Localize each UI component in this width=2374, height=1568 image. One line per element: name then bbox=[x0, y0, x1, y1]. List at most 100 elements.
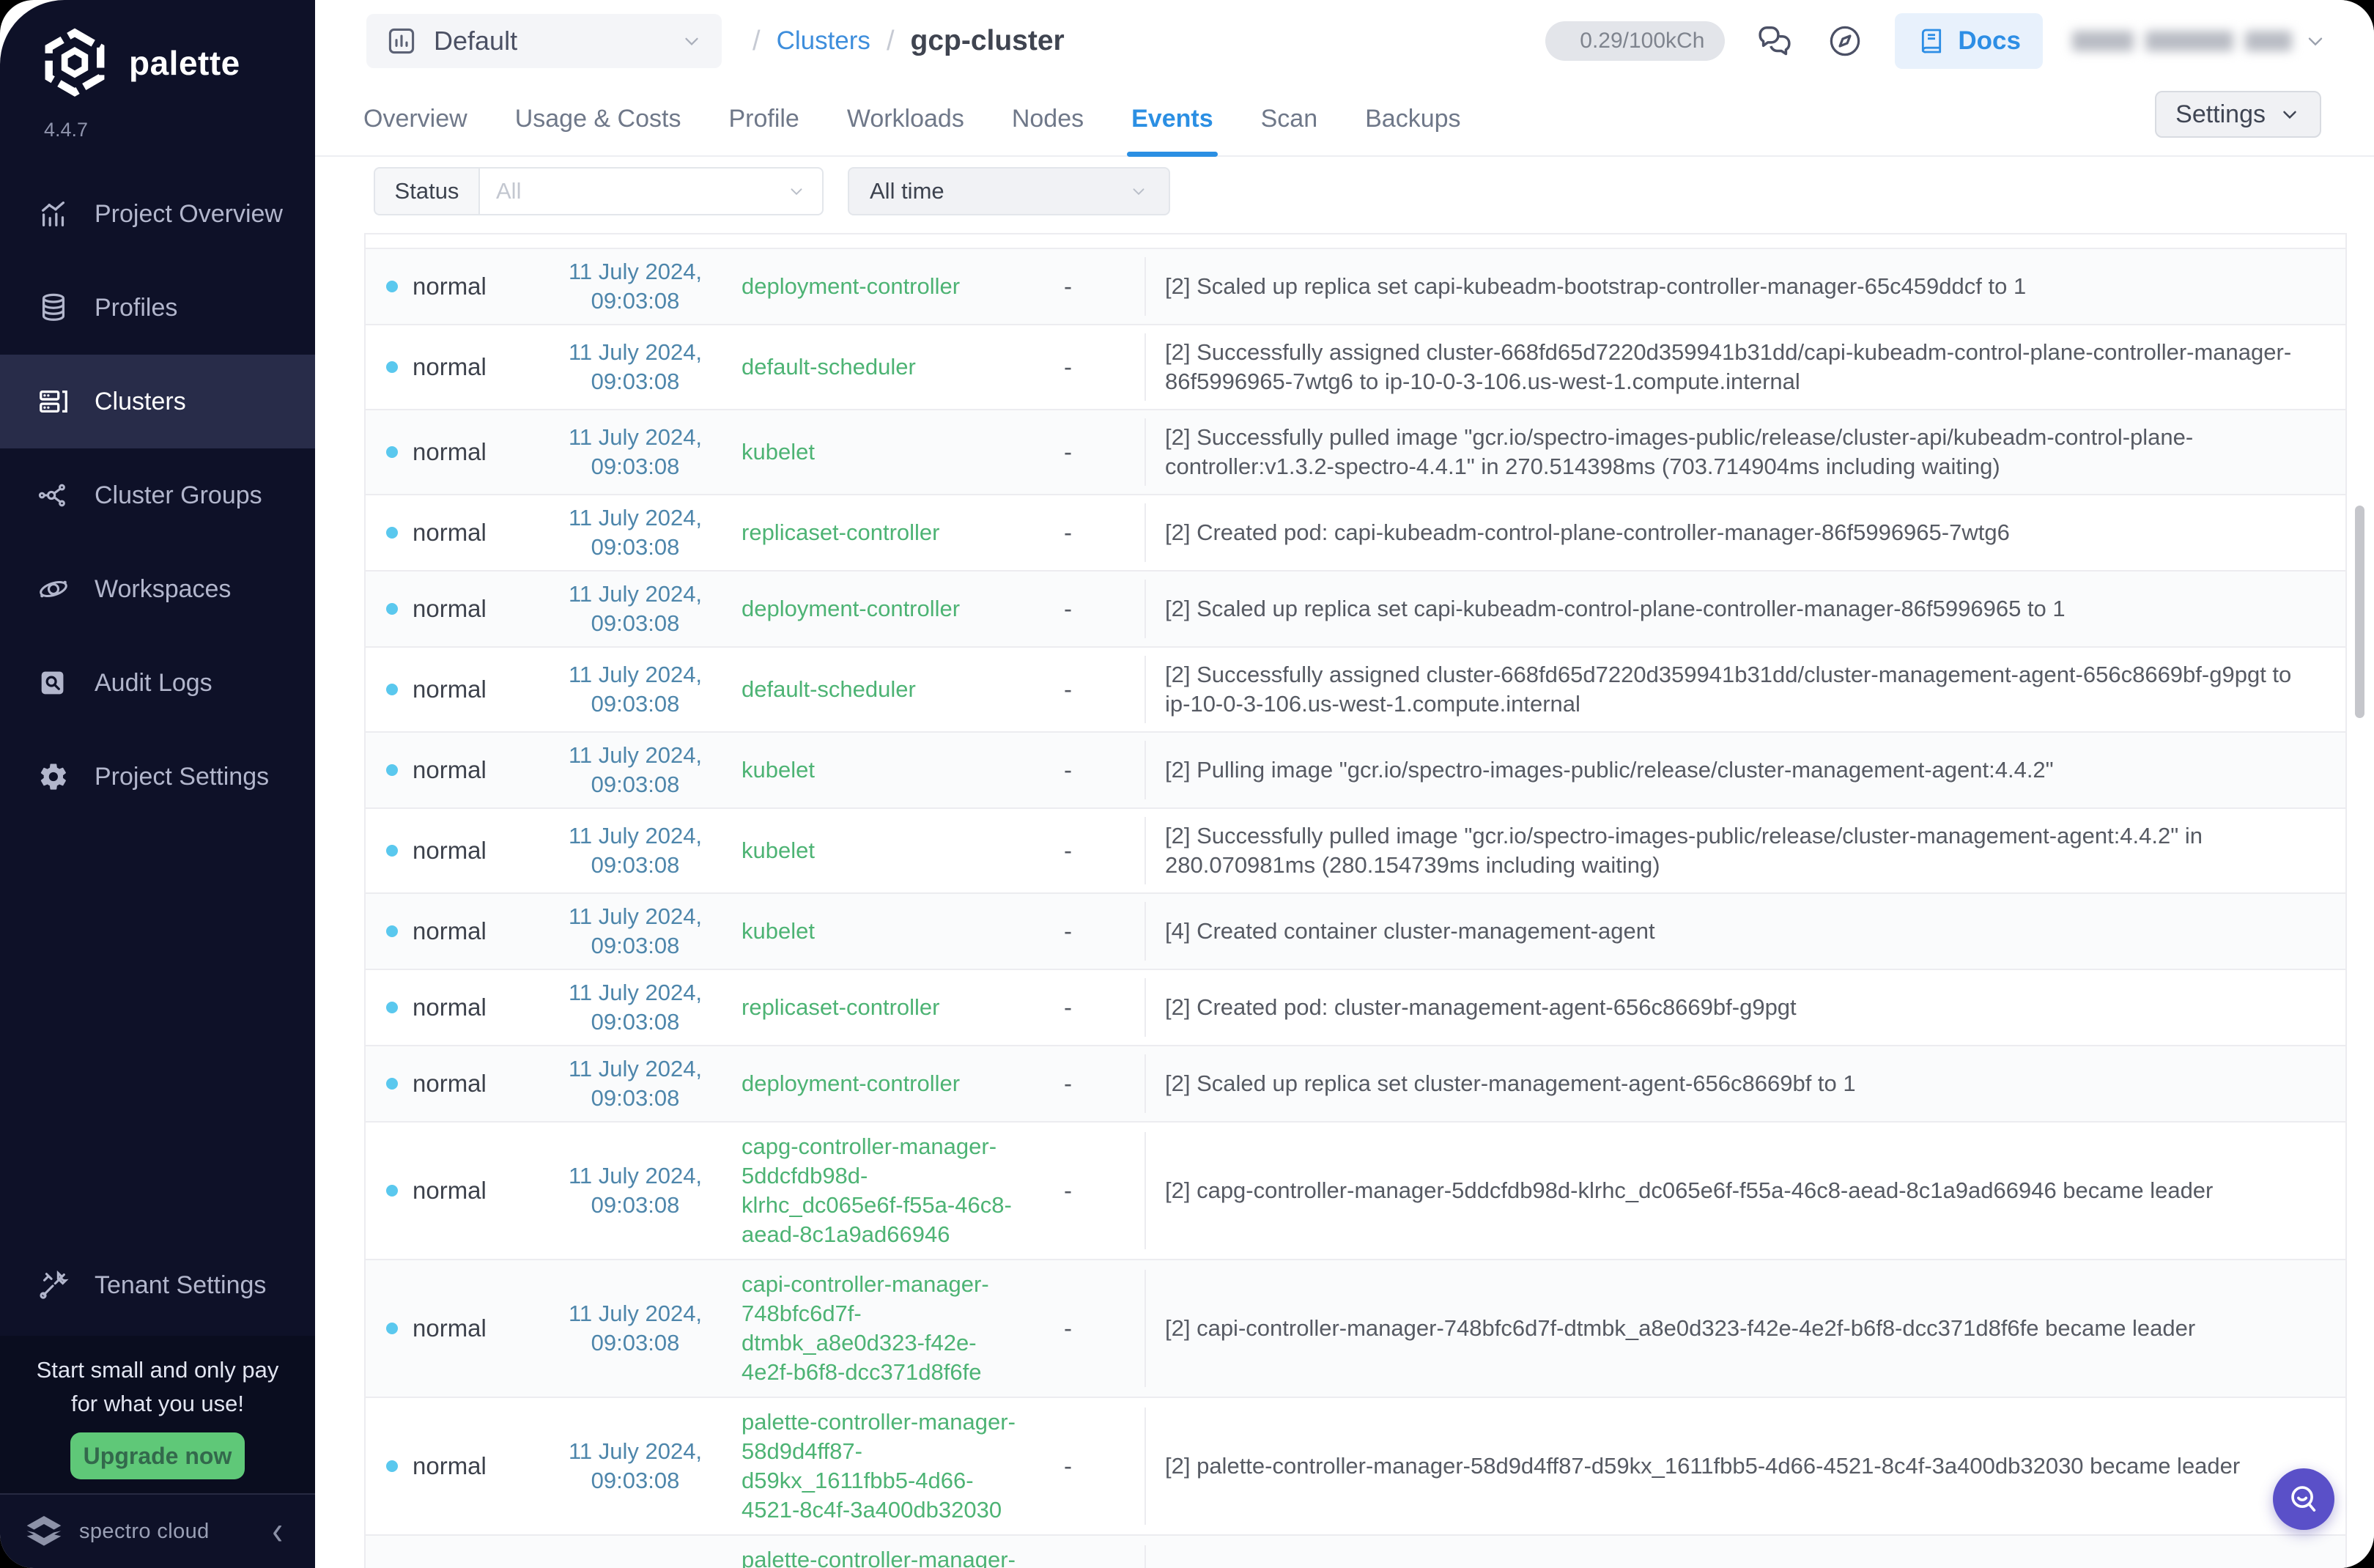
sidebar-item-cluster-groups[interactable]: Cluster Groups bbox=[0, 448, 315, 542]
status-dot-icon bbox=[386, 446, 398, 458]
status-filter: Status All bbox=[374, 167, 824, 215]
status-label: normal bbox=[413, 837, 487, 865]
event-message: [2] capi-controller-manager-748bfc6d7f-d… bbox=[1145, 1270, 2345, 1387]
event-date: 11 July 2024, bbox=[544, 902, 727, 931]
orbit-icon bbox=[37, 572, 70, 606]
event-message: [2] Created pod: capi-kubeadm-control-pl… bbox=[1145, 503, 2345, 562]
event-status-cell: normal bbox=[366, 994, 544, 1021]
footer-brand-label: spectro cloud bbox=[79, 1520, 210, 1544]
tab-overview[interactable]: Overview bbox=[363, 82, 467, 155]
main-content: Default / Clusters / gcp-cluster 0.29/10… bbox=[315, 0, 2374, 1568]
palette-logo-icon bbox=[41, 28, 108, 98]
event-time: 09:03:08 bbox=[544, 367, 727, 396]
upgrade-promo-panel: Start small and only pay for what you us… bbox=[0, 1336, 315, 1493]
status-dot-icon bbox=[386, 1078, 398, 1090]
sidebar-collapse-icon[interactable]: ‹ bbox=[272, 1512, 283, 1552]
breadcrumb-link-clusters[interactable]: Clusters bbox=[777, 26, 870, 56]
event-time: 09:03:08 bbox=[544, 452, 727, 481]
event-status-cell: normal bbox=[366, 917, 544, 945]
sidebar-footer: spectro cloud ‹ bbox=[0, 1493, 315, 1568]
event-row: normal 11 July 2024, 09:03:08 kubelet - … bbox=[366, 733, 2345, 809]
tab-workloads[interactable]: Workloads bbox=[847, 82, 964, 155]
audit-log-icon bbox=[37, 666, 70, 700]
sidebar-item-clusters[interactable]: Clusters bbox=[0, 355, 315, 448]
event-dash: - bbox=[1042, 1070, 1145, 1098]
event-date-cell: 11 July 2024, 09:03:08 bbox=[544, 580, 727, 638]
status-label: normal bbox=[413, 756, 487, 784]
user-name-redacted bbox=[2145, 31, 2233, 51]
event-dash: - bbox=[1042, 837, 1145, 865]
event-source: kubelet bbox=[727, 755, 1042, 785]
tab-backups[interactable]: Backups bbox=[1365, 82, 1460, 155]
brand-name: palette bbox=[129, 43, 240, 83]
vertical-scrollbar-thumb[interactable] bbox=[2355, 506, 2364, 718]
event-source: capg-controller-manager-5ddcfdb98d-klrhc… bbox=[727, 1132, 1042, 1249]
event-row: normal 11 July 2024, 09:03:08 capg-contr… bbox=[366, 1123, 2345, 1260]
upgrade-now-button[interactable]: Upgrade now bbox=[70, 1432, 245, 1479]
status-dot-icon bbox=[386, 361, 398, 373]
event-status-cell: normal bbox=[366, 1070, 544, 1098]
app-version: 4.4.7 bbox=[44, 119, 88, 141]
events-rows: normal 11 July 2024, 09:03:08 deployment… bbox=[366, 249, 2345, 1568]
tab-scan[interactable]: Scan bbox=[1261, 82, 1318, 155]
tab-profile[interactable]: Profile bbox=[728, 82, 799, 155]
status-dot-icon bbox=[386, 1323, 398, 1334]
status-filter-select[interactable]: All bbox=[478, 167, 824, 215]
compass-icon[interactable] bbox=[1824, 21, 1865, 62]
promo-text-line1: Start small and only pay bbox=[0, 1353, 315, 1387]
event-message: [2] palette-controller-manager-58d9d4ff8… bbox=[1145, 1408, 2345, 1525]
event-message: [2] Pulling image "gcr.io/spectro-images… bbox=[1145, 741, 2345, 799]
cluster-tabs: Overview Usage & Costs Profile Workloads… bbox=[315, 82, 2374, 157]
event-message: [2] Created pod: cluster-management-agen… bbox=[1145, 978, 2345, 1037]
status-dot-icon bbox=[386, 1460, 398, 1472]
event-row: normal 11 July 2024, 09:03:08 default-sc… bbox=[366, 648, 2345, 733]
book-icon bbox=[1917, 26, 1946, 56]
event-date: 11 July 2024, bbox=[544, 1437, 727, 1466]
event-time: 09:03:08 bbox=[544, 533, 727, 562]
event-message: [2] palette-controller-manager-58d9d4ff8… bbox=[1145, 1545, 2345, 1568]
status-dot-icon bbox=[386, 603, 398, 615]
search-fab-button[interactable] bbox=[2273, 1468, 2334, 1530]
status-filter-placeholder: All bbox=[496, 178, 521, 204]
sidebar-item-profiles[interactable]: Profiles bbox=[0, 261, 315, 355]
event-date: 11 July 2024, bbox=[544, 423, 727, 452]
chat-icon[interactable] bbox=[1754, 21, 1795, 62]
usage-quota-badge: 0.29/100kCh bbox=[1545, 21, 1725, 61]
time-range-select[interactable]: All time bbox=[848, 167, 1170, 215]
sidebar-item-label: Cluster Groups bbox=[95, 481, 262, 510]
sidebar-item-project-settings[interactable]: Project Settings bbox=[0, 730, 315, 824]
docs-button[interactable]: Docs bbox=[1895, 13, 2043, 69]
event-status-cell: normal bbox=[366, 1177, 544, 1205]
event-date: 11 July 2024, bbox=[544, 338, 727, 367]
tools-icon bbox=[37, 1268, 70, 1302]
event-dash: - bbox=[1042, 273, 1145, 300]
sidebar-item-workspaces[interactable]: Workspaces bbox=[0, 542, 315, 636]
sidebar-item-audit-logs[interactable]: Audit Logs bbox=[0, 636, 315, 730]
event-date-cell: 11 July 2024, 09:03:08 bbox=[544, 423, 727, 481]
event-source: default-scheduler bbox=[727, 352, 1042, 382]
sidebar-item-project-overview[interactable]: Project Overview bbox=[0, 167, 315, 261]
chevron-down-icon bbox=[2304, 29, 2327, 53]
top-bar: Default / Clusters / gcp-cluster 0.29/10… bbox=[315, 0, 2374, 82]
event-source: deployment-controller bbox=[727, 272, 1042, 301]
event-message: [2] Successfully assigned cluster-668fd6… bbox=[1145, 333, 2345, 401]
event-dash: - bbox=[1042, 756, 1145, 784]
project-selector[interactable]: Default bbox=[366, 14, 722, 68]
event-row: normal 11 July 2024, 09:03:08 kubelet - … bbox=[366, 809, 2345, 894]
event-date-cell: 11 July 2024, 09:03:08 bbox=[544, 1299, 727, 1358]
tab-nodes[interactable]: Nodes bbox=[1012, 82, 1084, 155]
scrolled-row-fragment bbox=[366, 234, 2345, 249]
user-name-redacted bbox=[2072, 31, 2134, 51]
event-row: normal 11 July 2024, 09:03:08 palette-co… bbox=[366, 1398, 2345, 1536]
event-dash: - bbox=[1042, 519, 1145, 547]
sidebar-item-label: Project Overview bbox=[95, 200, 283, 229]
event-source: capi-controller-manager-748bfc6d7f-dtmbk… bbox=[727, 1270, 1042, 1387]
settings-dropdown-button[interactable]: Settings bbox=[2155, 91, 2321, 138]
top-bar-actions: 0.29/100kCh bbox=[1545, 13, 2327, 69]
docs-button-label: Docs bbox=[1958, 26, 2021, 56]
sidebar-item-tenant-settings[interactable]: Tenant Settings bbox=[0, 1240, 315, 1330]
tab-usage-costs[interactable]: Usage & Costs bbox=[515, 82, 681, 155]
event-status-cell: normal bbox=[366, 519, 544, 547]
user-menu[interactable] bbox=[2072, 29, 2327, 53]
tab-events[interactable]: Events bbox=[1131, 82, 1213, 155]
